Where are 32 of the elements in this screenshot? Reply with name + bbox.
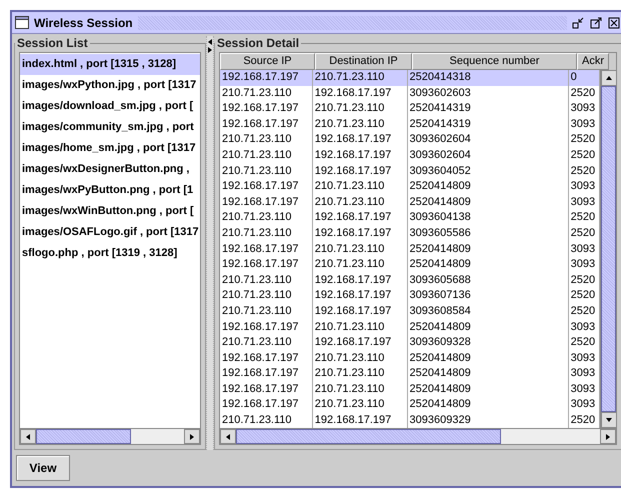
session-item[interactable]: images/download_sm.jpg , port [ [20, 96, 200, 117]
right-arrow-icon [604, 432, 612, 440]
session-item[interactable]: images/community_sm.jpg , port [20, 117, 200, 138]
session-item[interactable]: images/wxDesignerButton.png , [20, 159, 200, 180]
view-button[interactable]: View [16, 455, 70, 481]
horizontal-scrollbar[interactable] [220, 428, 616, 444]
up-arrow-icon [605, 74, 613, 82]
right-arrow-icon [188, 432, 196, 440]
horizontal-scrollbar[interactable] [20, 428, 200, 444]
session-item[interactable]: index.html , port [1315 , 3128] [20, 54, 200, 75]
window-icon [15, 16, 29, 29]
window-title: Wireless Session [34, 16, 133, 30]
left-arrow-icon [224, 432, 232, 440]
scroll-thumb[interactable] [36, 429, 131, 444]
column-header[interactable]: Ackr [577, 53, 609, 70]
session-item[interactable]: images/wxPyButton.png , port [1 [20, 180, 200, 201]
column-header[interactable]: Sequence number [412, 53, 577, 70]
session-item[interactable]: sflogo.php , port [1319 , 3128] [20, 243, 200, 264]
minimize-icon[interactable] [572, 16, 585, 28]
session-item[interactable]: images/wxWinButton.png , port [ [20, 201, 200, 222]
session-item[interactable]: images/OSAFLogo.gif , port [1317 [20, 222, 200, 243]
down-arrow-icon [605, 416, 613, 424]
left-arrow-icon [24, 432, 32, 440]
session-item[interactable]: images/wxPython.jpg , port [1317 [20, 75, 200, 96]
maximize-icon[interactable] [590, 16, 603, 28]
panel-title: Session List [16, 36, 89, 50]
session-item[interactable]: images/home_sm.jpg , port [1317 [20, 138, 200, 159]
panel-title: Session Detail [216, 36, 300, 50]
column-header[interactable]: Source IP [220, 53, 315, 70]
scroll-thumb[interactable] [236, 429, 501, 444]
close-icon[interactable] [608, 16, 621, 28]
column-header[interactable]: Destination IP [315, 53, 412, 70]
